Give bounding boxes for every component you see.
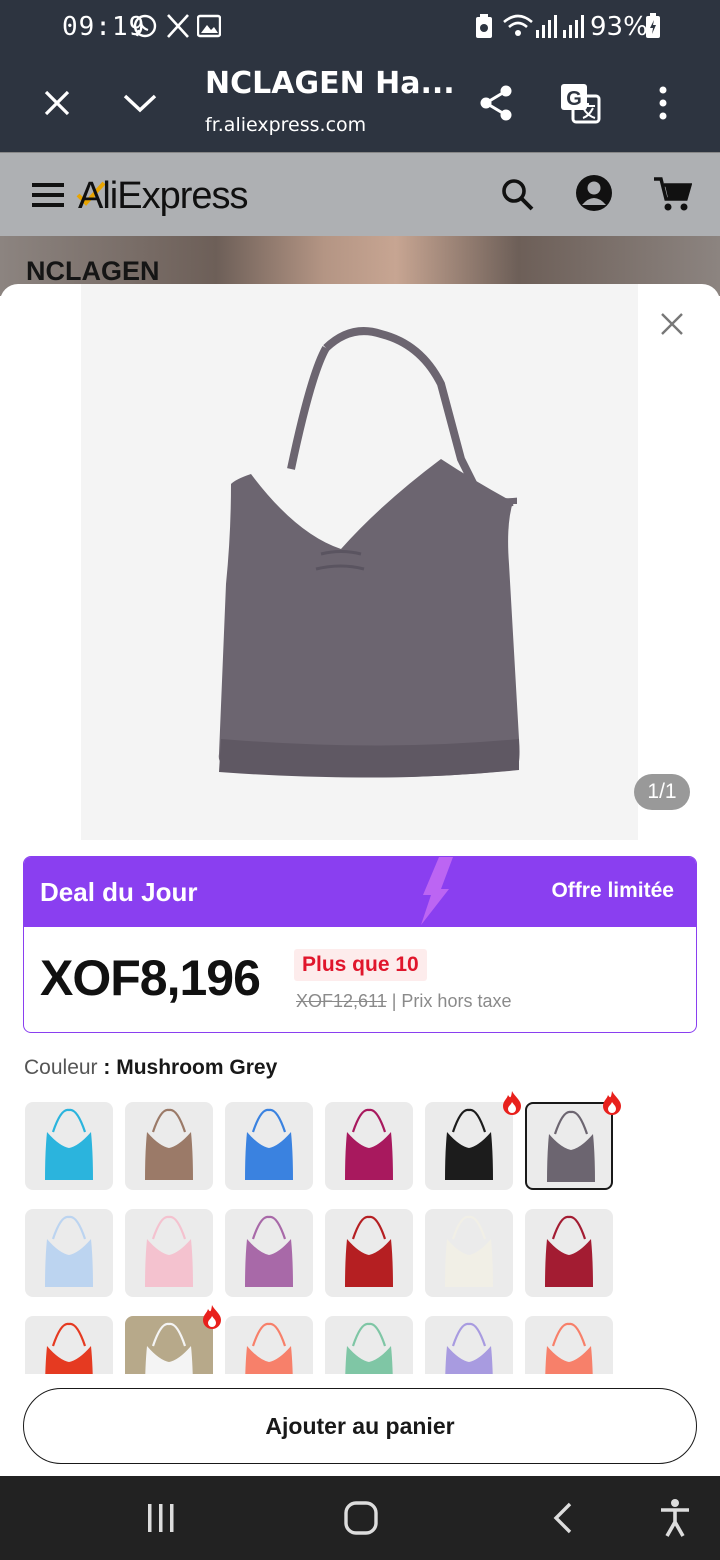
system-nav-bar [0,1476,720,1560]
battery-icon [645,12,661,45]
color-swatch[interactable] [325,1209,413,1297]
color-swatch[interactable] [125,1102,213,1190]
tank-top-thumbnail [345,1108,393,1180]
more-icon[interactable] [656,86,670,125]
color-swatch[interactable] [525,1209,613,1297]
tank-top-thumbnail [245,1215,293,1287]
color-swatch[interactable] [25,1209,113,1297]
color-swatch[interactable] [425,1102,513,1190]
account-icon[interactable] [574,173,614,218]
cart-icon[interactable] [652,175,693,218]
color-label-sep: : [97,1056,117,1079]
search-icon[interactable] [500,177,536,218]
deal-header: Deal du Jour Offre limitée [24,857,696,927]
page-title: NCLAGEN Ha... [205,66,455,101]
close-icon[interactable] [42,88,72,123]
color-swatch[interactable] [425,1209,513,1297]
color-label-text: Couleur [24,1056,98,1079]
product-image[interactable] [81,284,638,840]
old-price-line: XOF12,611 | Prix hors taxe [296,991,511,1012]
back-icon[interactable] [552,1500,574,1541]
color-swatch[interactable] [225,1209,313,1297]
tank-top-thumbnail [45,1215,93,1287]
add-to-cart-button[interactable]: Ajouter au panier [23,1388,697,1464]
tax-note: | Prix hors taxe [391,991,512,1011]
menu-icon[interactable] [32,181,66,214]
hot-fire-icon [601,1090,623,1116]
color-swatch[interactable] [525,1102,613,1190]
tank-top-thumbnail [345,1215,393,1287]
chevron-down-icon[interactable] [122,90,158,121]
tank-top-thumbnail [545,1215,593,1287]
site-header: AliExpress [0,152,720,236]
selected-color-name: Mushroom Grey [116,1056,278,1079]
status-bar: 09:19 93% [0,0,720,54]
color-swatch[interactable] [125,1209,213,1297]
original-price: XOF12,611 [296,991,387,1011]
wifi-icon [502,12,534,45]
accessibility-icon[interactable] [658,1498,692,1543]
hot-fire-icon [501,1090,523,1116]
color-label: Couleur : Mushroom Grey [24,1056,277,1080]
tank-top-thumbnail [145,1108,193,1180]
x-icon [166,12,190,45]
share-icon[interactable] [478,84,514,127]
home-icon[interactable] [344,1500,378,1541]
image-counter: 1/1 [634,774,690,810]
signal-icon [562,12,584,45]
lightning-icon [409,857,459,932]
whatsapp-icon [132,12,158,45]
deal-box: Deal du Jour Offre limitée XOF8,196 Plus… [23,856,697,1033]
color-swatch[interactable] [25,1102,113,1190]
tank-top-thumbnail [245,1108,293,1180]
battery-saver-icon [474,12,494,45]
battery-percentage: 93% [590,12,648,42]
price: XOF8,196 [40,950,261,1006]
tank-top-thumbnail [145,1215,193,1287]
signal-icon [535,12,557,45]
recents-icon[interactable] [145,1502,177,1539]
sku-bottom-sheet: 1/1 Deal du Jour Offre limitée XOF8,196 … [0,284,720,1476]
aliexpress-logo[interactable]: AliExpress [78,175,248,218]
translate-icon[interactable]: G [559,82,601,129]
tank-top-thumbnail [445,1108,493,1180]
stock-badge: Plus que 10 [294,949,427,981]
hot-fire-icon [201,1304,223,1330]
sheet-close-icon[interactable] [656,308,688,340]
color-swatch[interactable] [325,1102,413,1190]
tank-top-thumbnail [547,1110,595,1182]
tank-top-thumbnail [445,1215,493,1287]
svg-text:G: G [566,88,582,110]
deal-title: Deal du Jour [40,877,198,907]
gallery-icon [196,12,222,45]
background-brand-text: NCLAGEN [26,256,160,286]
color-swatch[interactable] [225,1102,313,1190]
tank-top-thumbnail [45,1108,93,1180]
browser-toolbar: NCLAGEN Ha... fr.aliexpress.com G [0,54,720,152]
limited-offer-label: Offre limitée [551,879,674,902]
page-url: fr.aliexpress.com [205,114,367,136]
